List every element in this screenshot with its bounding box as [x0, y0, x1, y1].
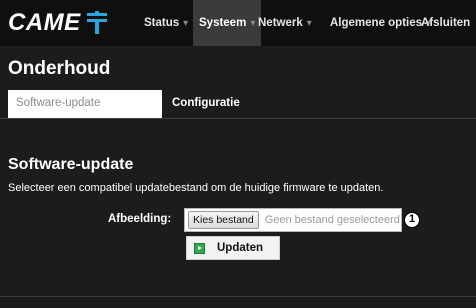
- came-logo[interactable]: CAME: [8, 8, 108, 38]
- nav-systeem-label: Systeem: [199, 17, 247, 29]
- nav-status[interactable]: Status ▾: [144, 0, 188, 46]
- section-description: Selecteer een compatibel updatebestand o…: [8, 182, 384, 194]
- file-input[interactable]: Kies bestand Geen bestand geselecteerd: [184, 208, 402, 232]
- nav-netwerk-label: Netwerk: [258, 17, 303, 29]
- file-field-label: Afbeelding:: [108, 213, 172, 225]
- tab-software-update[interactable]: Software-update: [8, 90, 162, 118]
- update-button[interactable]: Updaten: [186, 236, 280, 260]
- section-title: Software-update: [8, 156, 134, 173]
- nav-algemene-opties-label: Algemene opties: [330, 17, 423, 29]
- tab-configuratie[interactable]: Configuratie: [172, 90, 240, 118]
- bottom-divider: [0, 296, 476, 297]
- nav-systeem[interactable]: Systeem ▾: [193, 0, 262, 46]
- came-logo-icon: [86, 11, 107, 34]
- chevron-down-icon: ▾: [250, 18, 256, 29]
- nav-afsluiten-label: Afsluiten: [421, 17, 471, 29]
- nav-netwerk[interactable]: Netwerk ▾: [258, 0, 312, 46]
- play-icon: [194, 242, 205, 254]
- chevron-down-icon: ▾: [183, 18, 189, 29]
- file-status-text: Geen bestand geselecteerd: [264, 214, 400, 226]
- nav-afsluiten[interactable]: Afsluiten: [421, 0, 470, 46]
- numbered-callout-icon: 1: [404, 212, 420, 228]
- nav-status-label: Status: [144, 17, 180, 29]
- top-navbar: CAME Status ▾ Systeem ▾ Netwerk ▾ Algemene …: [0, 0, 476, 46]
- tab-divider: [0, 118, 476, 119]
- choose-file-button[interactable]: Kies bestand: [188, 211, 259, 229]
- nav-algemene-opties[interactable]: Algemene opties ▾: [330, 0, 431, 46]
- logo-text: CAME: [8, 9, 81, 36]
- page-title: Onderhoud: [8, 58, 111, 79]
- chevron-down-icon: ▾: [306, 18, 312, 29]
- update-button-label: Updaten: [217, 242, 263, 254]
